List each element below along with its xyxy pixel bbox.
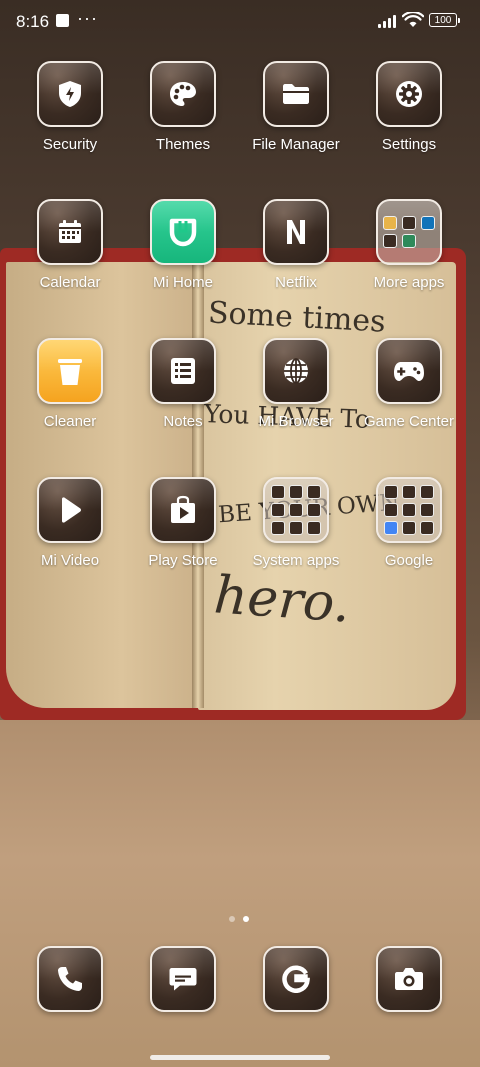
battery-icon: 100 [429,13,460,27]
app-label: Security [42,136,98,153]
dock-chrome[interactable] [241,946,351,1012]
play-icon [37,477,103,543]
camera-icon [376,946,442,1012]
gear-icon [376,61,442,127]
mi-home-icon [150,199,216,265]
calendar-icon [37,199,103,265]
app-mi-browser[interactable]: Mi Browser [241,338,351,430]
page-dot-active [243,916,249,922]
mini-app-icon [402,521,416,535]
app-label: File Manager [252,136,340,153]
status-time: 8:16 [16,12,50,31]
app-themes[interactable]: Themes [128,61,238,153]
folder-more-apps[interactable]: More apps [354,199,464,291]
mini-app-icon [402,485,416,499]
gamepad-icon [376,338,442,404]
mini-app-icon [289,521,303,535]
wallpaper-text-1: Some times [207,295,387,340]
more-notifications-icon: ··· [77,8,98,28]
play-store-bag-icon [150,477,216,543]
folder-preview-icon [376,199,442,265]
app-file-manager[interactable]: File Manager [241,61,351,153]
mini-app-icon [401,234,416,248]
page-dot [229,916,235,922]
app-label: Settings [381,136,437,153]
mini-app-icon [384,521,398,535]
app-mi-video[interactable]: Mi Video [15,477,125,569]
palette-icon [150,61,216,127]
shield-bolt-icon [37,61,103,127]
trash-icon [37,338,103,404]
netflix-icon [263,199,329,265]
mini-app-icon [420,521,434,535]
mini-app-icon [420,485,434,499]
app-label: System apps [252,552,340,569]
app-mi-home[interactable]: Mi Home [128,199,238,291]
folder-icon [263,61,329,127]
mini-linkedin-icon [420,216,435,230]
app-calendar[interactable]: Calendar [15,199,125,291]
message-icon [150,946,216,1012]
notes-list-icon [150,338,216,404]
app-cleaner[interactable]: Cleaner [15,338,125,430]
app-settings[interactable]: Settings [354,61,464,153]
mini-app-icon [384,485,398,499]
mini-app-icon [289,485,303,499]
wooden-table [0,720,480,1067]
status-bar: 8:16 ··· 100 [0,0,480,44]
mini-app-icon [382,234,397,248]
dock-camera[interactable] [354,946,464,1012]
notification-square-icon [56,14,69,27]
mini-app-icon [307,503,321,517]
folder-google[interactable]: Google [354,477,464,569]
app-play-store[interactable]: Play Store [128,477,238,569]
app-label: More apps [373,274,445,291]
mini-facebook-icon [401,216,416,230]
folder-preview-icon [376,477,442,543]
app-label: Themes [155,136,211,153]
mini-app-icon [384,503,398,517]
folder-preview-icon [263,477,329,543]
app-label: Mi Home [152,274,213,291]
mini-app-icon [271,503,285,517]
page-indicator [229,909,257,927]
dock-messages[interactable] [128,946,238,1012]
mini-app-icon [382,216,397,230]
mini-app-icon [420,503,434,517]
phone-icon [37,946,103,1012]
app-label: Play Store [148,552,218,569]
app-label: Cleaner [43,413,97,430]
mini-app-icon [289,503,303,517]
wifi-icon [402,12,424,27]
cell-signal-icon [378,14,398,28]
app-label: Calendar [39,274,101,291]
mini-app-icon [307,521,321,535]
app-notes[interactable]: Notes [128,338,238,430]
app-label: Notes [163,413,203,430]
google-g-icon [263,946,329,1012]
wallpaper-text-4: hero. [212,565,352,635]
app-game-center[interactable]: Game Center [354,338,464,430]
mini-app-icon [271,485,285,499]
dock-phone[interactable] [15,946,125,1012]
mini-app-icon [402,503,416,517]
mini-app-icon [307,485,321,499]
app-label: Google [384,552,434,569]
globe-icon [263,338,329,404]
app-security[interactable]: Security [15,61,125,153]
app-netflix[interactable]: Netflix [241,199,351,291]
gesture-navigation-bar[interactable] [150,1055,330,1060]
app-label: Mi Video [40,552,100,569]
app-label: Mi Browser [258,413,334,430]
folder-system-apps[interactable]: System apps [241,477,351,569]
app-label: Game Center [363,413,455,430]
app-label: Netflix [275,274,317,291]
mini-app-icon [271,521,285,535]
